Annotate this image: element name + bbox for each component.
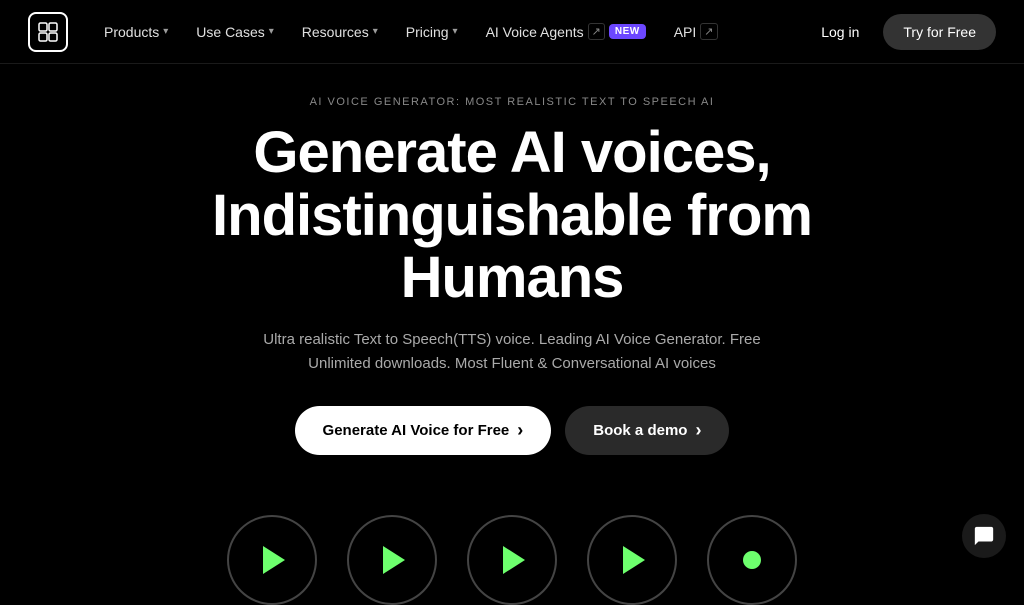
logo-icon (28, 12, 68, 52)
nav-item-resources[interactable]: Resources ▾ (290, 16, 390, 48)
logo[interactable] (28, 12, 68, 52)
nav-item-usecases[interactable]: Use Cases ▾ (184, 16, 286, 48)
audio-player-2[interactable] (347, 515, 437, 605)
arrow-icon: › (695, 420, 701, 441)
hero-section: AI VOICE GENERATOR: MOST REALISTIC TEXT … (0, 64, 1024, 515)
login-button[interactable]: Log in (809, 16, 871, 48)
nav-item-voiceagents[interactable]: AI Voice Agents ↗ NEW (474, 15, 658, 48)
hero-title: Generate AI voices, Indistinguishable fr… (212, 122, 812, 310)
try-free-button[interactable]: Try for Free (883, 14, 996, 50)
nav-item-products[interactable]: Products ▾ (92, 16, 180, 48)
chevron-down-icon: ▾ (453, 26, 458, 37)
audio-player-4[interactable] (587, 515, 677, 605)
audio-player-5[interactable] (707, 515, 797, 605)
book-demo-button[interactable]: Book a demo › (565, 406, 729, 455)
play-icon (383, 546, 405, 574)
chevron-down-icon: ▾ (269, 26, 274, 37)
chat-bubble[interactable] (962, 514, 1006, 558)
play-icon (503, 546, 525, 574)
play-icon (623, 546, 645, 574)
audio-player-3[interactable] (467, 515, 557, 605)
nav-actions: Log in Try for Free (809, 14, 996, 50)
audio-players-row (0, 515, 1024, 605)
hero-eyebrow: AI VOICE GENERATOR: MOST REALISTIC TEXT … (310, 96, 715, 108)
play-icon (263, 546, 285, 574)
nav-item-api[interactable]: API ↗ (662, 15, 730, 48)
nav-item-pricing[interactable]: Pricing ▾ (394, 16, 470, 48)
chat-icon (973, 525, 995, 547)
hero-subtitle: Ultra realistic Text to Speech(TTS) voic… (252, 328, 772, 376)
dot-icon (743, 551, 761, 569)
arrow-icon: › (517, 420, 523, 441)
external-link-icon: ↗ (588, 23, 605, 40)
chevron-down-icon: ▾ (373, 26, 378, 37)
nav-links: Products ▾ Use Cases ▾ Resources ▾ Prici… (92, 15, 809, 48)
external-link-icon: ↗ (700, 23, 717, 40)
audio-player-1[interactable] (227, 515, 317, 605)
navbar: Products ▾ Use Cases ▾ Resources ▾ Prici… (0, 0, 1024, 64)
generate-voice-button[interactable]: Generate AI Voice for Free › (295, 406, 552, 455)
hero-buttons: Generate AI Voice for Free › Book a demo… (295, 406, 730, 455)
logo-svg (36, 20, 60, 44)
chevron-down-icon: ▾ (163, 26, 168, 37)
